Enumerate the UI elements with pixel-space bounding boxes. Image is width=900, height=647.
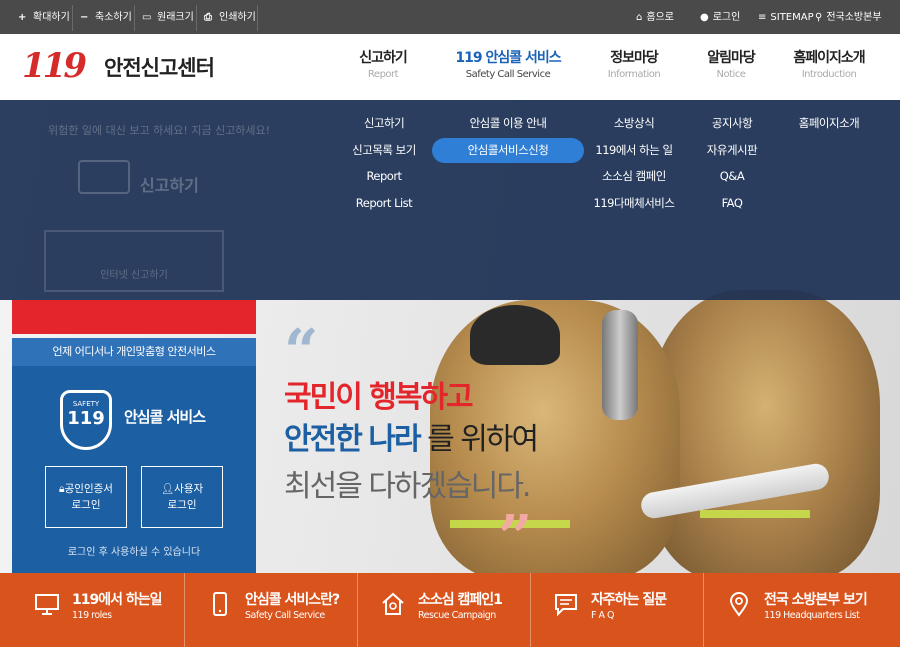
home-icon: ⌂ xyxy=(636,12,643,23)
login-link[interactable]: ● 로그인 xyxy=(700,5,740,31)
dropdown-item[interactable]: 자유게시판 xyxy=(699,137,765,164)
dropdown-item[interactable]: 안심콜 이용 안내 xyxy=(432,110,584,137)
dropdown-item[interactable]: Report xyxy=(346,163,422,190)
safety-call-panel: 언제 어디서나 개인맞춤형 안전서비스 SAFETY 119 안심콜 서비스 🔒… xyxy=(12,338,256,573)
dropdown-item[interactable]: 신고하기 xyxy=(346,110,422,137)
logo-119: 119 xyxy=(22,46,87,86)
gnb-report[interactable]: 신고하기 Report xyxy=(350,48,416,82)
zoom-out-button[interactable]: − 축소하기 xyxy=(74,5,135,31)
dropdown-item[interactable]: 119에서 하는 일 xyxy=(590,137,678,164)
map-pin-icon: ⚲ xyxy=(815,12,823,23)
report-panel-strip xyxy=(12,300,256,334)
gnb-information[interactable]: 정보마당 Information xyxy=(600,48,668,82)
quick-safety-call[interactable]: 안심콜 서비스란? Safety Call Service xyxy=(185,573,358,647)
quick-menu: 119에서 하는일 119 roles 안심콜 서비스란? Safety Cal… xyxy=(0,573,900,647)
user-icon: ● xyxy=(700,12,709,23)
logo-text: 안전신고센터 xyxy=(104,56,215,80)
reflective-stripe xyxy=(700,510,810,518)
cert-login-button[interactable]: 🔒︎공인인증서 로그인 xyxy=(45,466,127,528)
dropdown-introduction: 홈페이지소개 xyxy=(790,110,868,137)
gnb-notice[interactable]: 알림마당 Notice xyxy=(697,48,765,82)
user-icon: 👤︎ xyxy=(160,483,175,495)
ghost-report-title: 신고하기 xyxy=(140,176,199,195)
login-note: 로그인 후 사용하실 수 있습니다 xyxy=(67,547,201,558)
hero-line-1: 국민이 행복하고 xyxy=(284,380,474,415)
dropdown-item[interactable]: FAQ xyxy=(699,190,765,217)
gnb-introduction[interactable]: 홈페이지소개 Introduction xyxy=(784,48,874,82)
map-pin-icon xyxy=(729,592,749,617)
printer-icon: ⎙ xyxy=(204,12,212,23)
dropdown-item[interactable]: 소소심 캠페인 xyxy=(590,163,678,190)
dropdown-item[interactable]: 공지사항 xyxy=(699,110,765,137)
menu-icon: ≡ xyxy=(758,12,767,23)
dropdown-item-active[interactable]: 안심콜서비스신청 xyxy=(432,137,584,163)
gnb-safety-call[interactable]: 119 안심콜 서비스 Safety Call Service xyxy=(446,48,570,82)
quick-faq[interactable]: 자주하는 질문 F A Q xyxy=(531,573,704,647)
dropdown-information: 소방상식 119에서 하는 일 소소심 캠페인 119다매체서비스 xyxy=(590,110,678,216)
monitor-icon xyxy=(35,594,59,615)
ghost-monitor-icon xyxy=(78,160,130,194)
dropdown-item[interactable]: 소방상식 xyxy=(590,110,678,137)
user-login-button[interactable]: 👤︎사용자 로그인 xyxy=(141,466,223,528)
minus-icon: − xyxy=(80,12,89,23)
sitemap-link[interactable]: ≡ SITEMAP xyxy=(758,5,814,31)
safety-call-title: 안심콜 서비스 xyxy=(124,408,206,426)
quick-119-roles[interactable]: 119에서 하는일 119 roles xyxy=(12,573,185,647)
firefighter-image xyxy=(650,290,880,573)
dropdown-item[interactable]: Report List xyxy=(346,190,422,217)
mega-menu: 위험한 일에 대신 보고 하세요! 지금 신고하세요! 신고하기 인터넷 신고하… xyxy=(0,100,900,300)
ghost-report-button: 인터넷 신고하기 xyxy=(44,230,224,292)
headquarters-link[interactable]: ⚲ 전국소방본부 xyxy=(815,5,882,31)
helmet-image xyxy=(470,305,560,365)
dropdown-item[interactable]: 신고목록 보기 xyxy=(346,137,422,164)
safety-call-heading: 언제 어디서나 개인맞춤형 안전서비스 xyxy=(12,338,256,366)
house-icon xyxy=(382,592,404,615)
ghost-report-text: 위험한 일에 대신 보고 하세요! 지금 신고하세요! xyxy=(48,124,271,137)
close-quote-icon: ” xyxy=(498,503,533,573)
dropdown-item[interactable]: 119다매체서비스 xyxy=(590,190,678,217)
monitor-icon: ▭ xyxy=(142,12,152,23)
dropdown-safety-call: 안심콜 이용 안내 안심콜서비스신청 xyxy=(432,110,584,164)
hero-line-3: 최선을 다하겠습니다. xyxy=(284,469,531,504)
dropdown-item[interactable]: 홈페이지소개 xyxy=(790,110,868,137)
phone-icon xyxy=(213,592,227,616)
quick-campaign[interactable]: 소소심 캠페인1 Rescue Campaign xyxy=(358,573,531,647)
dropdown-item[interactable]: Q&A xyxy=(699,163,765,190)
print-button[interactable]: ⎙ 인쇄하기 xyxy=(198,5,258,31)
utility-bar: + 확대하기 − 축소하기 ▭ 원래크기 ⎙ 인쇄하기 ⌂ 홈으로 ● 로그인 ≡ SITEM… xyxy=(0,0,900,34)
air-tank-image xyxy=(602,310,638,420)
dropdown-report: 신고하기 신고목록 보기 Report Report List xyxy=(346,110,422,216)
chat-icon xyxy=(555,594,577,617)
site-header: 119 안전신고센터 신고하기 Report 119 안심콜 서비스 Safet… xyxy=(0,34,900,100)
safety-119-shield-icon: SAFETY 119 xyxy=(60,390,112,450)
zoom-in-button[interactable]: + 확대하기 xyxy=(12,5,73,31)
original-size-button[interactable]: ▭ 원래크기 xyxy=(136,5,197,31)
home-link[interactable]: ⌂ 홈으로 xyxy=(636,5,674,31)
plus-icon: + xyxy=(18,12,27,23)
quick-headquarters[interactable]: 전국 소방본부 보기 119 Headquarters List xyxy=(704,573,900,647)
dropdown-notice: 공지사항 자유게시판 Q&A FAQ xyxy=(699,110,765,216)
hero-line-2: 안전한 나라 를 위하여 xyxy=(284,422,539,457)
